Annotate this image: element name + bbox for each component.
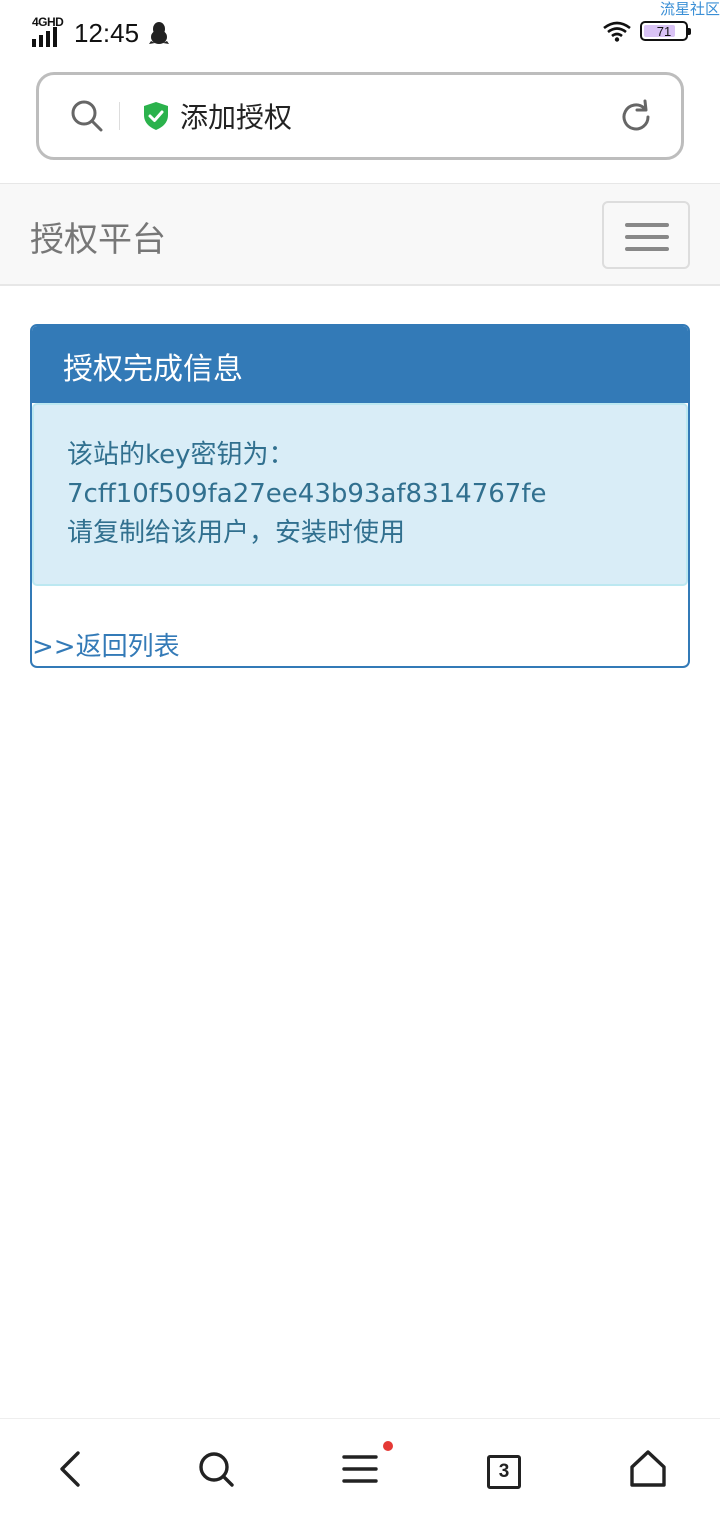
back-arrow-icon[interactable]	[50, 1447, 94, 1491]
status-left: 4GHD 12:45	[32, 15, 170, 50]
alert-key-label: 该站的key密钥为：	[67, 440, 295, 470]
wifi-icon	[603, 21, 631, 42]
navbar-brand[interactable]: 授权平台	[30, 212, 166, 261]
navbar-toggle-button[interactable]	[602, 201, 690, 269]
browser-toolbar: 3	[0, 1418, 720, 1520]
home-icon[interactable]	[626, 1447, 670, 1491]
address-bar[interactable]: 添加授权	[36, 72, 684, 160]
status-time: 12:45	[74, 17, 140, 48]
security-shield-icon	[144, 102, 168, 130]
alert-key-value: 7cff10f509fa27ee43b93af8314767fe	[67, 479, 547, 509]
refresh-icon[interactable]	[617, 98, 655, 136]
address-divider	[119, 102, 120, 130]
status-bar: 4GHD 12:45 流星社区 71	[0, 0, 720, 64]
tabs-count-button[interactable]: 3	[487, 1455, 521, 1489]
watermark-text: 流星社区	[659, 0, 720, 18]
page-title[interactable]: 添加授权	[180, 96, 292, 136]
battery-icon: 71	[640, 21, 691, 41]
browser-page: 4GHD 12:45 流星社区 71 添加授权 授权平台 授权完成信息 该站的k…	[0, 0, 720, 1520]
cellular-signal-icon: 4GHD	[32, 15, 66, 47]
search-icon[interactable]	[69, 98, 105, 134]
menu-icon[interactable]	[338, 1447, 382, 1491]
menu-notification-dot	[383, 1441, 393, 1451]
search-icon[interactable]	[194, 1447, 238, 1491]
info-alert: 该站的key密钥为： 7cff10f509fa27ee43b93af831476…	[32, 403, 688, 586]
back-to-list-link[interactable]: >>返回列表	[32, 626, 180, 663]
site-navbar: 授权平台	[0, 183, 720, 286]
alert-instruction: 请复制给该用户，安装时使用	[67, 518, 406, 548]
battery-level: 71	[656, 23, 672, 39]
panel-title: 授权完成信息	[63, 352, 243, 387]
panel-heading: 授权完成信息	[32, 326, 688, 403]
status-right: 71	[602, 20, 691, 42]
qq-penguin-icon	[149, 22, 170, 44]
authorization-panel: 授权完成信息 该站的key密钥为： 7cff10f509fa27ee43b93a…	[30, 324, 690, 668]
